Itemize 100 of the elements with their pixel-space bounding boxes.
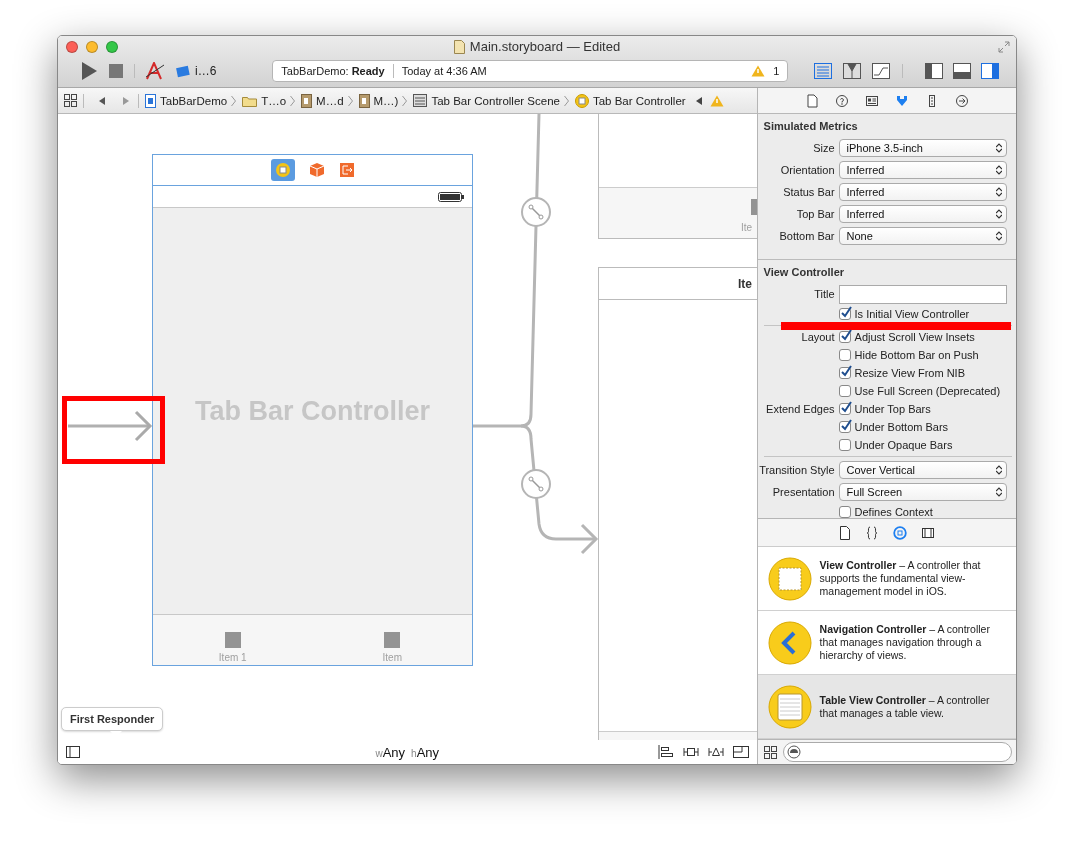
project-icon[interactable] [145, 93, 156, 108]
storyboard-file-icon[interactable] [301, 93, 313, 108]
stepper-icon [995, 487, 1002, 497]
breadcrumb-item[interactable]: M…) [373, 94, 399, 107]
breadcrumb-item[interactable]: Tab Bar Controller Scene [431, 94, 560, 107]
navigation-controller-icon [767, 620, 812, 665]
sidebar-toggle-icon[interactable] [66, 746, 80, 758]
checkbox[interactable] [838, 367, 851, 379]
breadcrumb-item[interactable]: M…d [316, 94, 344, 107]
checkbox[interactable] [838, 385, 851, 397]
warning-count[interactable]: 1 [773, 64, 780, 77]
fullscreen-icon[interactable] [998, 41, 1010, 53]
chevron-icon [231, 94, 237, 107]
popup-button[interactable]: Full Screen [838, 483, 1007, 501]
popup-button[interactable]: None [838, 227, 1007, 245]
scheme-icon[interactable] [145, 61, 165, 80]
object-library-icon[interactable] [892, 525, 907, 540]
scene-icon[interactable] [413, 94, 428, 107]
align-icon[interactable] [657, 745, 674, 759]
file-template-icon[interactable] [838, 525, 851, 540]
field-label: Status Bar [782, 186, 836, 198]
breadcrumb-item[interactable]: TabBarDemo [160, 94, 228, 107]
section-title: View Controller [762, 265, 846, 280]
exit-icon[interactable] [338, 162, 355, 178]
file-icon[interactable] [804, 93, 819, 108]
section-title: Simulated Metrics [762, 119, 859, 134]
checkbox-label: Under Top Bars [854, 403, 931, 415]
chevron-icon [290, 94, 296, 107]
checkbox[interactable] [838, 331, 851, 343]
checkbox-label: Is Initial View Controller [854, 308, 970, 320]
field-label: Layout [800, 331, 836, 343]
checkbox-label: Use Full Screen (Deprecated) [854, 385, 1001, 397]
arrow-circle-icon[interactable] [954, 93, 969, 108]
view-controller-icon [767, 556, 812, 601]
checkbox[interactable] [838, 403, 851, 415]
controller-icon[interactable] [270, 159, 295, 181]
checkbox[interactable] [838, 421, 851, 433]
bottom-panel-icon[interactable] [953, 62, 972, 79]
filter-field[interactable] [782, 742, 1012, 762]
grid-view-icon[interactable] [763, 745, 777, 759]
popup-button[interactable]: Inferred [838, 161, 1007, 179]
scene-header-title: Ite [738, 277, 752, 291]
popup-button[interactable]: Inferred [838, 183, 1007, 201]
field-label: Title [813, 288, 836, 300]
stepper-icon [995, 187, 1002, 197]
popup-button[interactable]: iPhone 3.5-inch [838, 139, 1007, 157]
library-item-description: Table View Controller – A controller that manages a table view. [819, 693, 991, 720]
stop-icon[interactable] [108, 62, 124, 79]
tab-item-label: Ite [741, 222, 753, 233]
device-icon[interactable] [175, 63, 191, 78]
library-item[interactable]: Table View Controller – A controller that manages a table view. [757, 675, 1016, 739]
film-strip-icon[interactable] [920, 525, 935, 540]
lines-icon[interactable] [814, 62, 833, 79]
field-label: Bottom Bar [778, 230, 836, 242]
chevron-icon [347, 94, 353, 107]
version-graph-icon[interactable] [872, 62, 891, 79]
stepper-icon [995, 165, 1002, 175]
resolve-icon[interactable] [707, 745, 724, 759]
breadcrumb-item[interactable]: T…o [261, 94, 287, 107]
activity-time: Today at 4:36 AM [401, 64, 488, 77]
folder-icon[interactable] [242, 94, 258, 107]
stepper-icon [995, 209, 1002, 219]
storyboard-file-icon[interactable] [358, 93, 370, 108]
close-button[interactable] [66, 41, 78, 53]
destination-label[interactable]: i…6 [195, 63, 217, 78]
resizing-icon[interactable] [732, 745, 749, 759]
braces-icon[interactable] [864, 525, 879, 540]
cube-icon[interactable] [308, 162, 325, 178]
popup-button[interactable]: Cover Vertical [838, 461, 1007, 479]
breadcrumb-item[interactable]: Tab Bar Controller [592, 94, 686, 107]
scope-icon [786, 745, 801, 759]
zoom-button[interactable] [106, 41, 118, 53]
related-items-icon[interactable] [64, 94, 77, 107]
checkbox-label: Under Opaque Bars [854, 439, 953, 451]
document-icon [453, 39, 465, 54]
pin-icon[interactable] [682, 745, 699, 759]
size-class-button[interactable]: wAny [375, 743, 406, 761]
checkbox[interactable] [838, 506, 851, 518]
help-icon[interactable] [834, 93, 849, 108]
play-icon[interactable] [80, 60, 98, 81]
chevron-icon [563, 94, 569, 107]
title-field[interactable] [838, 284, 1007, 304]
checkbox[interactable] [838, 439, 851, 451]
popup-button[interactable]: Inferred [838, 205, 1007, 223]
stepper-icon [995, 231, 1002, 241]
tab-item-label: Item [382, 652, 402, 663]
size-class-button[interactable]: hAny [411, 743, 440, 761]
child-scene[interactable]: Ite [598, 267, 757, 740]
field-label: Presentation [771, 486, 836, 498]
checkbox[interactable] [838, 349, 851, 361]
battery-icon [438, 191, 464, 202]
stepper-icon [995, 465, 1002, 475]
window-title: Main.storyboard — Edited [469, 39, 621, 54]
library-item-description: View Controller – A controller that supports the fundamental view-management model in iOS. [819, 559, 982, 598]
left-panel-icon[interactable] [925, 62, 944, 79]
checkbox[interactable] [838, 308, 851, 320]
field-label: Top Bar [795, 208, 836, 220]
identity-card-icon[interactable] [864, 93, 879, 108]
right-panel-icon[interactable] [981, 62, 1000, 79]
chevron-icon [402, 94, 408, 107]
